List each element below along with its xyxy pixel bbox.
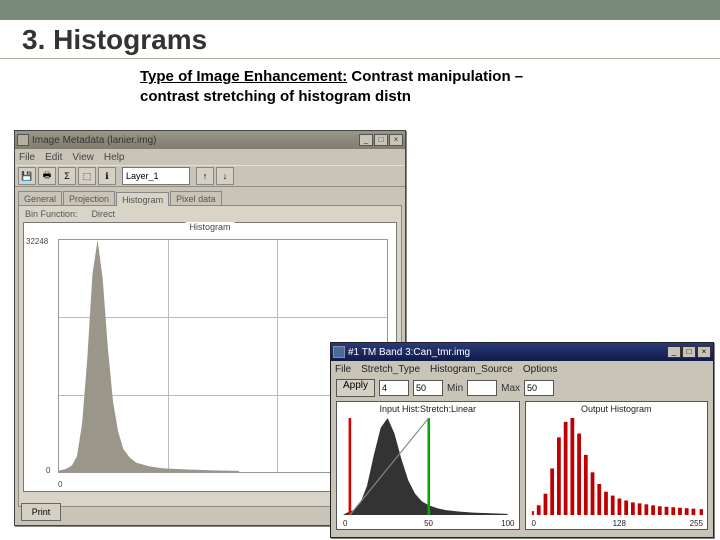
tool-icon[interactable]: ⬚ (78, 167, 96, 185)
p2x2: 255 (690, 519, 703, 528)
menu-stretch-type[interactable]: Stretch_Type (361, 364, 420, 375)
slide-title: 3. Histograms (0, 20, 720, 59)
p2x0: 0 (532, 519, 536, 528)
subtitle-underlined: Type of Image Enhancement: (140, 68, 347, 85)
max-label: Max (501, 383, 520, 394)
y-min: 0 (46, 466, 50, 475)
win1-title: Image Metadata (lanier.img) (32, 135, 157, 146)
sigma-icon[interactable]: Σ (58, 167, 76, 185)
slide-subtitle: Type of Image Enhancement: Contrast mani… (0, 59, 560, 106)
input-histogram-plot: Input Hist:Stretch:Linear 0 50 100 (336, 401, 520, 530)
app-icon (333, 346, 345, 358)
output-histogram-plot: Output Histogram 0 128 255 (525, 401, 709, 530)
menu-histogram-source[interactable]: Histogram_Source (430, 364, 513, 375)
print-button[interactable]: Print (21, 503, 61, 521)
info-icon[interactable]: ℹ (98, 167, 116, 185)
plot2-title: Output Histogram (581, 404, 652, 414)
menu-edit[interactable]: Edit (45, 152, 62, 163)
menu-file[interactable]: File (19, 152, 35, 163)
menu-help[interactable]: Help (104, 152, 125, 163)
p1x0: 0 (343, 519, 347, 528)
down-arrow-icon[interactable]: ↓ (216, 167, 234, 185)
minimize-button[interactable]: _ (667, 346, 681, 358)
p2x1: 128 (613, 519, 626, 528)
win1-menubar: File Edit View Help (15, 149, 405, 165)
menu-options[interactable]: Options (523, 364, 557, 375)
win2-title: #1 TM Band 3:Can_tmr.img (348, 347, 470, 358)
print-icon[interactable]: 🖶 (38, 167, 56, 185)
maximize-button[interactable]: □ (682, 346, 696, 358)
hist-title: Histogram (185, 222, 234, 232)
tab-pixel-data[interactable]: Pixel data (170, 191, 222, 205)
p1x1: 50 (424, 519, 433, 528)
tab-general[interactable]: General (18, 191, 62, 205)
p1x2: 100 (501, 519, 514, 528)
maximize-button[interactable]: □ (374, 134, 388, 146)
win1-titlebar[interactable]: Image Metadata (lanier.img) _ □ × (15, 131, 405, 149)
plot1-title: Input Hist:Stretch:Linear (379, 404, 476, 414)
win2-titlebar[interactable]: #1 TM Band 3:Can_tmr.img _ □ × (331, 343, 713, 361)
close-button[interactable]: × (389, 134, 403, 146)
band-stretch-window: #1 TM Band 3:Can_tmr.img _ □ × File Stre… (330, 342, 714, 538)
min-label: Min (447, 383, 463, 394)
menu-file[interactable]: File (335, 364, 351, 375)
tab-histogram[interactable]: Histogram (116, 192, 169, 206)
apply-button[interactable]: Apply (336, 379, 375, 397)
min-input[interactable] (467, 380, 497, 396)
plot-row: Input Hist:Stretch:Linear 0 50 100 Outpu… (331, 399, 713, 533)
win1-tabbar: General Projection Histogram Pixel data (15, 187, 405, 205)
win1-toolbar: 💾 🖶 Σ ⬚ ℹ Layer_1 ↑ ↓ (15, 165, 405, 187)
slide-accent-bar (0, 0, 720, 20)
win2-menubar: File Stretch_Type Histogram_Source Optio… (331, 361, 713, 377)
low-value-input[interactable]: 4 (379, 380, 409, 396)
minimize-button[interactable]: _ (359, 134, 373, 146)
high-value-input[interactable]: 50 (413, 380, 443, 396)
tab-projection[interactable]: Projection (63, 191, 115, 205)
bin-function-value: Direct (92, 209, 116, 219)
y-max: 32248 (26, 237, 48, 246)
close-button[interactable]: × (697, 346, 711, 358)
save-icon[interactable]: 💾 (18, 167, 36, 185)
menu-view[interactable]: View (72, 152, 94, 163)
stretch-controls: Apply 4 50 Min Max 50 (331, 377, 713, 399)
layer-dropdown[interactable]: Layer_1 (122, 167, 190, 185)
max-input[interactable]: 50 (524, 380, 554, 396)
bin-function-label: Bin Function: (25, 209, 78, 219)
app-icon (17, 134, 29, 146)
x-min: 0 (58, 480, 62, 489)
up-arrow-icon[interactable]: ↑ (196, 167, 214, 185)
